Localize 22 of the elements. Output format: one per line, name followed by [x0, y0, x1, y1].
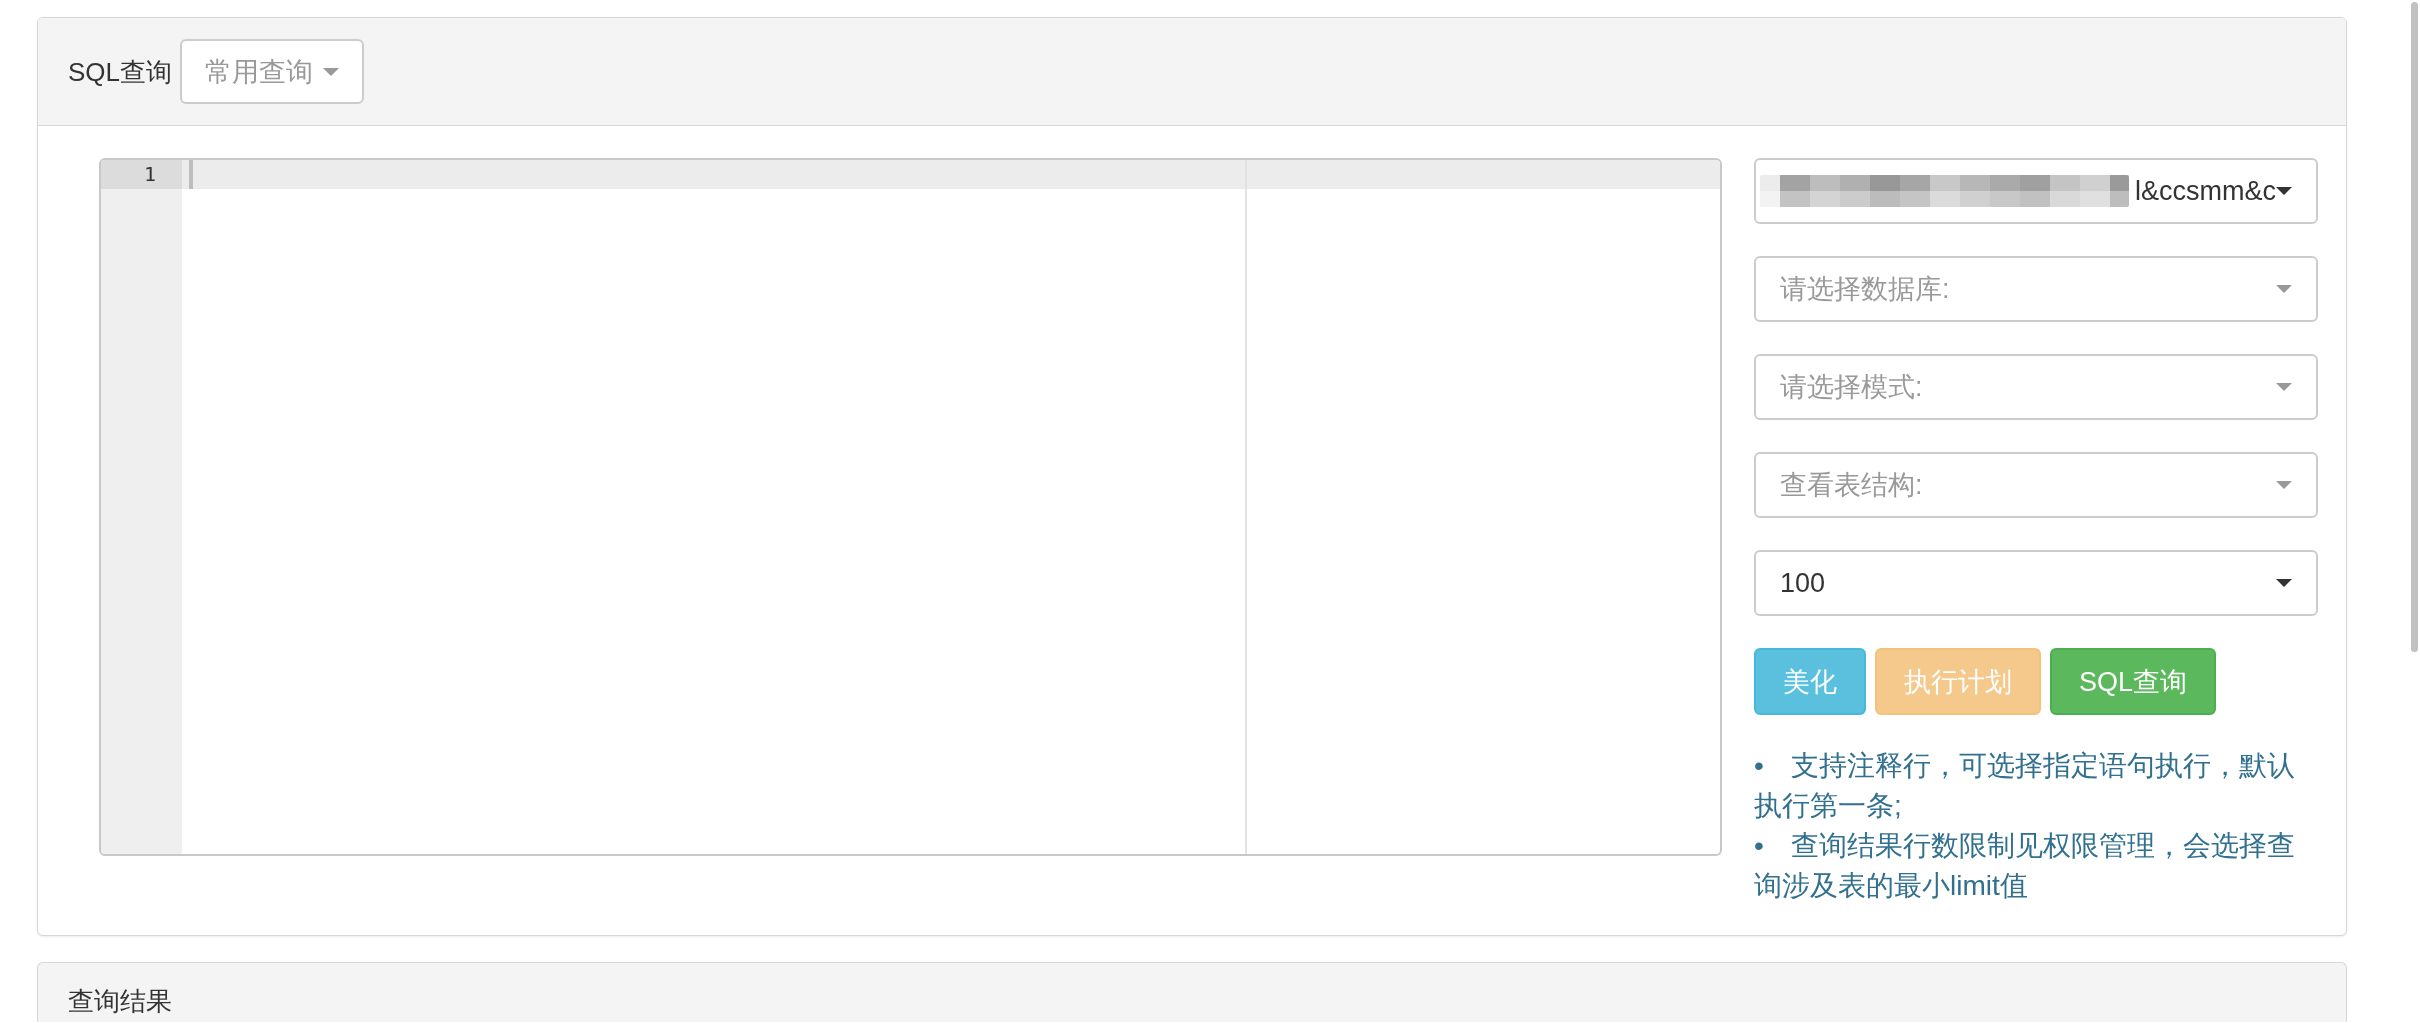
select-dropdown[interactable]: l&ccsmm&c	[1754, 158, 2318, 224]
select-dropdown[interactable]: 请选择模式:	[1754, 354, 2318, 420]
line-number: 1	[101, 160, 182, 189]
select-dropdown[interactable]: 查看表结构:	[1754, 452, 2318, 518]
select-dropdown[interactable]: 请选择数据库:	[1754, 256, 2318, 322]
caret-icon	[2276, 187, 2292, 195]
caret-icon	[323, 67, 340, 76]
results-panel-title: 查询结果	[68, 985, 172, 1017]
action-button[interactable]: 美化	[1754, 648, 1866, 715]
sql-editor[interactable]: 1	[99, 158, 1722, 856]
help-note: • 支持注释行，可选择指定语句执行，默认执行第一条;	[1754, 749, 2296, 823]
text-cursor	[189, 160, 193, 189]
panel-title: SQL查询	[68, 55, 173, 88]
caret-icon	[2276, 579, 2292, 587]
scrollbar-thumb[interactable]	[2411, 2, 2418, 652]
common-query-dropdown[interactable]: 常用查询	[180, 39, 365, 104]
select-dropdown[interactable]: 100	[1754, 550, 2318, 616]
caret-icon	[2276, 285, 2292, 293]
caret-icon	[2276, 481, 2292, 489]
action-button[interactable]: SQL查询	[2050, 648, 2217, 715]
caret-icon	[2276, 383, 2292, 391]
help-note: • 查询结果行数限制见权限管理，会选择查询涉及表的最小limit值	[1754, 829, 2296, 903]
